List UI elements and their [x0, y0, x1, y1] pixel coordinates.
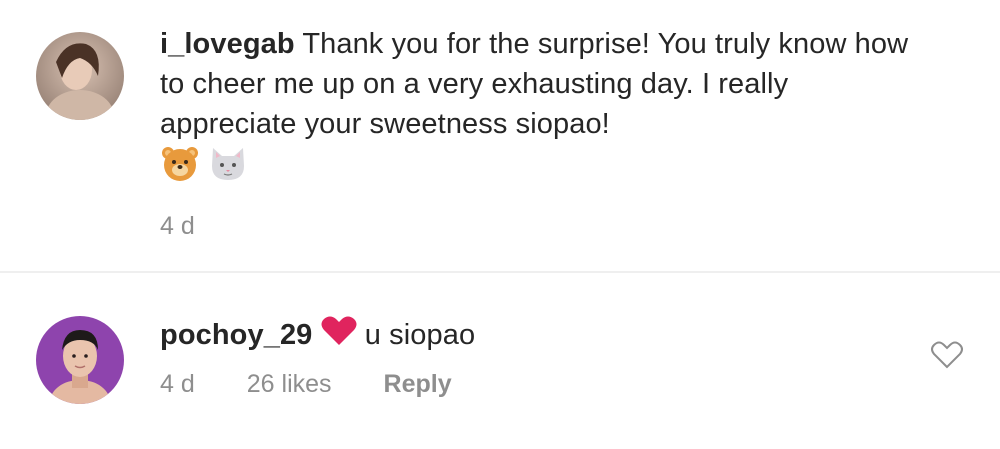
comment-likes[interactable]: 26 likes	[247, 370, 332, 399]
heart-emoji	[321, 316, 357, 357]
bear-face-emoji	[160, 144, 200, 193]
reply-button[interactable]: Reply	[384, 370, 452, 399]
avatar[interactable]	[36, 316, 124, 404]
comment-username[interactable]: i_lovegab	[160, 28, 295, 60]
comment-time[interactable]: 4 d	[160, 370, 195, 399]
comment-divider	[0, 271, 1000, 273]
cat-face-emoji	[208, 144, 248, 193]
comment-time[interactable]: 4 d	[160, 212, 195, 241]
comment-item: i_lovegab Thank you for the surprise! Yo…	[0, 0, 1000, 270]
comment-text: u siopao	[364, 319, 476, 351]
comment-meta: 4 d 26 likes Reply	[160, 370, 452, 399]
comment-username[interactable]: pochoy_29	[160, 319, 312, 351]
comment-meta: 4 d	[160, 212, 195, 241]
comment-body: pochoy_29 u siopao	[160, 315, 920, 357]
heart-outline-icon[interactable]	[930, 340, 964, 370]
avatar[interactable]	[36, 32, 124, 120]
comment-body: i_lovegab Thank you for the surprise! Yo…	[160, 24, 920, 184]
comment-item: pochoy_29 u siopao 4 d 26 likes Reply	[0, 280, 1000, 449]
